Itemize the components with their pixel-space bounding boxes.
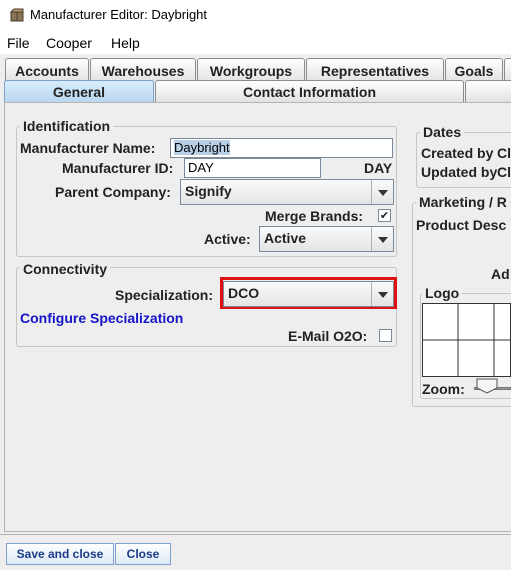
manufacturer-name-field[interactable]: Daybright — [170, 138, 393, 158]
checkmark-icon: ✔ — [379, 209, 390, 222]
logo-preview-grid — [422, 303, 511, 377]
parent-company-value: Signify — [185, 183, 232, 199]
parent-company-label: Parent Company: — [55, 184, 171, 200]
logo-title: Logo — [422, 285, 463, 301]
chevron-down-icon — [371, 227, 393, 251]
dates-title: Dates — [420, 124, 465, 140]
active-dropdown[interactable]: Active — [259, 226, 394, 252]
tab-overflow[interactable] — [504, 58, 511, 82]
close-button[interactable]: Close — [115, 543, 171, 565]
manufacturer-id-field[interactable]: DAY — [184, 158, 321, 178]
merge-brands-label: Merge Brands: — [265, 208, 364, 224]
manufacturer-name-label: Manufacturer Name: — [20, 140, 156, 156]
marketing-title: Marketing / R — [416, 194, 510, 210]
ad-label: Ad — [491, 266, 510, 282]
tab-accounts[interactable]: Accounts — [5, 58, 89, 82]
updated-by-label: Updated by — [421, 164, 498, 180]
configure-specialization-link[interactable]: Configure Specialization — [20, 310, 183, 326]
menu-cooper[interactable]: Cooper — [46, 35, 92, 51]
menu-help[interactable]: Help — [111, 35, 140, 51]
connectivity-title: Connectivity — [20, 261, 111, 277]
chevron-down-icon — [371, 282, 393, 306]
active-value: Active — [264, 230, 307, 246]
specialization-label: Specialization: — [115, 287, 214, 303]
tab-representatives[interactable]: Representatives — [306, 58, 444, 82]
tab-warehouses[interactable]: Warehouses — [90, 58, 196, 82]
created-by-label: Created by — [421, 145, 494, 161]
active-label: Active: — [204, 231, 251, 247]
parent-company-dropdown[interactable]: Signify — [180, 179, 394, 205]
chevron-down-icon — [371, 180, 393, 204]
product-description-label: Product Desc — [416, 217, 507, 233]
tab-contact-information[interactable]: Contact Information — [155, 80, 464, 102]
tab-general[interactable]: General — [4, 80, 154, 103]
tab-workgroups[interactable]: Workgroups — [197, 58, 305, 82]
manufacturer-name-value: Daybright — [174, 140, 230, 155]
package-icon — [10, 8, 24, 22]
menu-file[interactable]: File — [7, 35, 30, 51]
menu-bar: File Cooper Help — [0, 32, 511, 54]
specialization-dropdown[interactable]: DCO — [223, 281, 394, 307]
window-title: Manufacturer Editor: Daybright — [30, 7, 208, 22]
zoom-label: Zoom: — [422, 381, 465, 397]
specialization-value: DCO — [228, 285, 260, 301]
identification-title: Identification — [20, 118, 114, 134]
merge-brands-checkbox[interactable]: ✔ — [378, 209, 391, 222]
email-o2o-label: E-Mail O2O: — [288, 328, 368, 344]
tab-more[interactable] — [465, 80, 511, 102]
zoom-slider-thumb-icon[interactable] — [476, 378, 498, 394]
updated-by-value: Cl — [497, 164, 511, 180]
email-o2o-checkbox[interactable] — [379, 329, 392, 342]
manufacturer-id-display: DAY — [364, 160, 393, 176]
save-and-close-button[interactable]: Save and close — [6, 543, 114, 565]
title-bar: Manufacturer Editor: Daybright — [0, 0, 511, 32]
created-by-value: Cl — [497, 145, 511, 161]
tab-goals[interactable]: Goals — [445, 58, 503, 82]
manufacturer-id-label: Manufacturer ID: — [62, 160, 174, 176]
